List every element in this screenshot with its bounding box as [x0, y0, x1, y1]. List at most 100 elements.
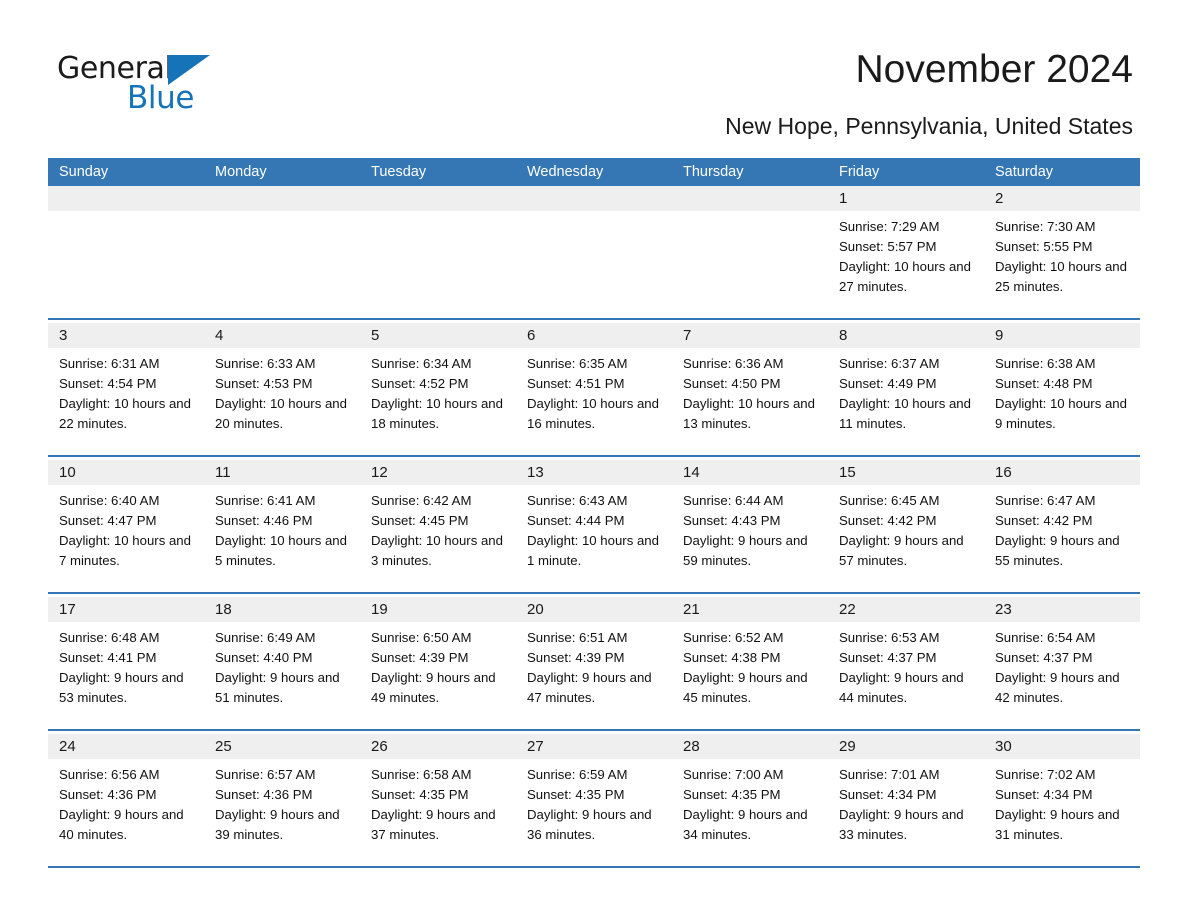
calendar-day-cell[interactable]: 27 Sunrise: 6:59 AM Sunset: 4:35 PM Dayligh…: [516, 734, 672, 866]
sunset-text: Sunset: 4:36 PM: [215, 787, 313, 802]
calendar-day-cell[interactable]: 22 Sunrise: 6:53 AM Sunset: 4:37 PM Dayligh…: [828, 597, 984, 729]
calendar-day-cell[interactable]: 17 Sunrise: 6:48 AM Sunset: 4:41 PM Dayligh…: [48, 597, 204, 729]
daylight-text: Daylight: 9 hours and 51 minutes.: [215, 670, 340, 705]
daylight-text: Daylight: 10 hours and 7 minutes.: [59, 533, 191, 568]
calendar-day-cell[interactable]: 15 Sunrise: 6:45 AM Sunset: 4:42 PM Dayligh…: [828, 460, 984, 592]
calendar-day-cell[interactable]: 23 Sunrise: 6:54 AM Sunset: 4:37 PM Dayligh…: [984, 597, 1140, 729]
weekday-header-friday: Friday: [839, 164, 880, 180]
daylight-text: Daylight: 9 hours and 36 minutes.: [527, 807, 652, 842]
sunrise-text: Sunrise: 6:41 AM: [215, 493, 316, 508]
daylight-text: Daylight: 9 hours and 45 minutes.: [683, 670, 808, 705]
calendar-day-cell[interactable]: 10 Sunrise: 6:40 AM Sunset: 4:47 PM Dayligh…: [48, 460, 204, 592]
sunset-text: Sunset: 4:42 PM: [839, 513, 937, 528]
sunrise-text: Sunrise: 6:51 AM: [527, 630, 628, 645]
day-number: 3: [48, 323, 204, 348]
day-details: Sunrise: 6:50 AM Sunset: 4:39 PM Daylight:…: [360, 622, 516, 708]
calendar-week-row: 24 Sunrise: 6:56 AM Sunset: 4:36 PM Dayligh…: [48, 731, 1140, 868]
sunrise-text: Sunrise: 6:34 AM: [371, 356, 472, 371]
daylight-text: Daylight: 9 hours and 42 minutes.: [995, 670, 1120, 705]
calendar-day-cell[interactable]: 19 Sunrise: 6:50 AM Sunset: 4:39 PM Dayligh…: [360, 597, 516, 729]
daylight-text: Daylight: 9 hours and 59 minutes.: [683, 533, 808, 568]
weekday-header-monday: Monday: [215, 164, 267, 180]
calendar-day-cell[interactable]: 14 Sunrise: 6:44 AM Sunset: 4:43 PM Dayligh…: [672, 460, 828, 592]
calendar-day-cell[interactable]: 9 Sunrise: 6:38 AM Sunset: 4:48 PM Daylight…: [984, 323, 1140, 455]
day-details: [204, 211, 360, 217]
sunset-text: Sunset: 4:34 PM: [839, 787, 937, 802]
daylight-text: Daylight: 10 hours and 20 minutes.: [215, 396, 347, 431]
daylight-text: Daylight: 10 hours and 11 minutes.: [839, 396, 971, 431]
day-details: Sunrise: 6:35 AM Sunset: 4:51 PM Daylight:…: [516, 348, 672, 434]
calendar-day-cell[interactable]: 12 Sunrise: 6:42 AM Sunset: 4:45 PM Dayligh…: [360, 460, 516, 592]
day-details: Sunrise: 6:52 AM Sunset: 4:38 PM Daylight:…: [672, 622, 828, 708]
sunrise-text: Sunrise: 6:58 AM: [371, 767, 472, 782]
calendar-day-cell[interactable]: 18 Sunrise: 6:49 AM Sunset: 4:40 PM Dayligh…: [204, 597, 360, 729]
calendar-day-cell[interactable]: 30 Sunrise: 7:02 AM Sunset: 4:34 PM Dayligh…: [984, 734, 1140, 866]
calendar-day-cell-empty: [204, 186, 360, 318]
sunrise-text: Sunrise: 6:40 AM: [59, 493, 160, 508]
calendar-day-cell[interactable]: 1 Sunrise: 7:29 AM Sunset: 5:57 PM Daylight…: [828, 186, 984, 318]
day-details: [672, 211, 828, 217]
day-details: Sunrise: 6:49 AM Sunset: 4:40 PM Daylight:…: [204, 622, 360, 708]
calendar-day-cell[interactable]: 29 Sunrise: 7:01 AM Sunset: 4:34 PM Dayligh…: [828, 734, 984, 866]
day-number: 16: [984, 460, 1140, 485]
sunrise-text: Sunrise: 6:59 AM: [527, 767, 628, 782]
calendar-day-cell[interactable]: 6 Sunrise: 6:35 AM Sunset: 4:51 PM Daylight…: [516, 323, 672, 455]
calendar-day-cell-empty: [516, 186, 672, 318]
sunrise-text: Sunrise: 6:43 AM: [527, 493, 628, 508]
daylight-text: Daylight: 9 hours and 33 minutes.: [839, 807, 964, 842]
calendar-day-cell[interactable]: 13 Sunrise: 6:43 AM Sunset: 4:44 PM Dayligh…: [516, 460, 672, 592]
sunset-text: Sunset: 4:44 PM: [527, 513, 625, 528]
daylight-text: Daylight: 9 hours and 49 minutes.: [371, 670, 496, 705]
sunset-text: Sunset: 4:51 PM: [527, 376, 625, 391]
day-details: Sunrise: 6:41 AM Sunset: 4:46 PM Daylight:…: [204, 485, 360, 571]
sunset-text: Sunset: 4:35 PM: [527, 787, 625, 802]
daylight-text: Daylight: 10 hours and 1 minute.: [527, 533, 659, 568]
sunset-text: Sunset: 4:53 PM: [215, 376, 313, 391]
calendar-day-cell[interactable]: 7 Sunrise: 6:36 AM Sunset: 4:50 PM Daylight…: [672, 323, 828, 455]
sunrise-text: Sunrise: 6:45 AM: [839, 493, 940, 508]
sunset-text: Sunset: 4:37 PM: [839, 650, 937, 665]
sunset-text: Sunset: 4:38 PM: [683, 650, 781, 665]
day-number: 30: [984, 734, 1140, 759]
sunrise-text: Sunrise: 7:02 AM: [995, 767, 1096, 782]
day-details: [360, 211, 516, 217]
calendar-day-cell[interactable]: 11 Sunrise: 6:41 AM Sunset: 4:46 PM Dayligh…: [204, 460, 360, 592]
day-details: Sunrise: 7:29 AM Sunset: 5:57 PM Daylight:…: [828, 211, 984, 297]
weekday-header-sunday: Sunday: [59, 164, 109, 180]
daylight-text: Daylight: 9 hours and 53 minutes.: [59, 670, 184, 705]
weekday-header-thursday: Thursday: [683, 164, 744, 180]
weekday-header-saturday: Saturday: [995, 164, 1054, 180]
calendar-day-cell[interactable]: 28 Sunrise: 7:00 AM Sunset: 4:35 PM Dayligh…: [672, 734, 828, 866]
calendar-day-cell[interactable]: 2 Sunrise: 7:30 AM Sunset: 5:55 PM Daylight…: [984, 186, 1140, 318]
day-number: 25: [204, 734, 360, 759]
calendar-day-cell[interactable]: 20 Sunrise: 6:51 AM Sunset: 4:39 PM Dayligh…: [516, 597, 672, 729]
sunrise-text: Sunrise: 6:33 AM: [215, 356, 316, 371]
page-header: General Blue November 2024 New Hope, Pen…: [0, 0, 1188, 152]
calendar-day-cell[interactable]: 16 Sunrise: 6:47 AM Sunset: 4:42 PM Dayligh…: [984, 460, 1140, 592]
day-number: 22: [828, 597, 984, 622]
calendar-day-cell[interactable]: 5 Sunrise: 6:34 AM Sunset: 4:52 PM Daylight…: [360, 323, 516, 455]
day-details: Sunrise: 6:33 AM Sunset: 4:53 PM Daylight:…: [204, 348, 360, 434]
daylight-text: Daylight: 10 hours and 25 minutes.: [995, 259, 1127, 294]
calendar-day-cell[interactable]: 24 Sunrise: 6:56 AM Sunset: 4:36 PM Dayligh…: [48, 734, 204, 866]
calendar-day-cell[interactable]: 3 Sunrise: 6:31 AM Sunset: 4:54 PM Daylight…: [48, 323, 204, 455]
day-details: Sunrise: 6:36 AM Sunset: 4:50 PM Daylight:…: [672, 348, 828, 434]
calendar-day-cell[interactable]: 25 Sunrise: 6:57 AM Sunset: 4:36 PM Dayligh…: [204, 734, 360, 866]
day-number: [672, 186, 828, 211]
generalblue-logo[interactable]: General Blue: [57, 52, 257, 118]
calendar-grid: Sunday Monday Tuesday Wednesday Thursday…: [48, 158, 1140, 868]
calendar-day-cell[interactable]: 8 Sunrise: 6:37 AM Sunset: 4:49 PM Daylight…: [828, 323, 984, 455]
calendar-day-cell[interactable]: 21 Sunrise: 6:52 AM Sunset: 4:38 PM Dayligh…: [672, 597, 828, 729]
day-number: 14: [672, 460, 828, 485]
day-number: 9: [984, 323, 1140, 348]
sunset-text: Sunset: 4:42 PM: [995, 513, 1093, 528]
sunset-text: Sunset: 4:34 PM: [995, 787, 1093, 802]
sunset-text: Sunset: 4:37 PM: [995, 650, 1093, 665]
sunset-text: Sunset: 4:48 PM: [995, 376, 1093, 391]
day-number: 4: [204, 323, 360, 348]
day-details: Sunrise: 6:38 AM Sunset: 4:48 PM Daylight:…: [984, 348, 1140, 434]
day-number: 11: [204, 460, 360, 485]
calendar-day-cell[interactable]: 26 Sunrise: 6:58 AM Sunset: 4:35 PM Dayligh…: [360, 734, 516, 866]
calendar-day-cell[interactable]: 4 Sunrise: 6:33 AM Sunset: 4:53 PM Daylight…: [204, 323, 360, 455]
day-details: [516, 211, 672, 217]
